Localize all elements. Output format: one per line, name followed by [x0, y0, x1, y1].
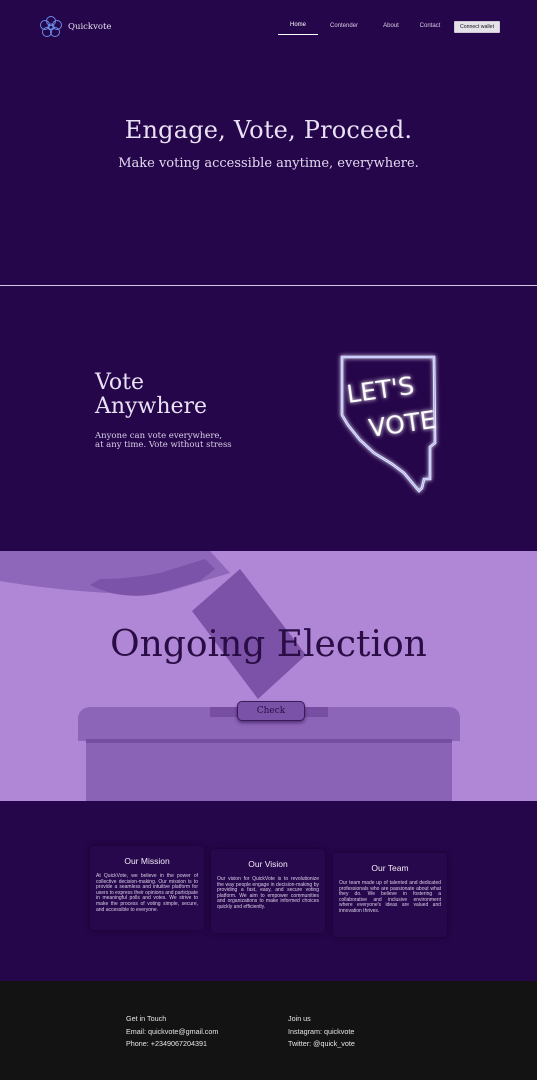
vision-card: Our Vision Our vision for QuickVote is t… [211, 849, 325, 933]
about-cards-section: Our Mission At QuickVote, we believe in … [0, 801, 537, 981]
lets-vote-neon-sign: LET'S VOTE [340, 355, 438, 493]
vote-anywhere-description: Anyone can vote everywhere, at any time.… [95, 432, 232, 450]
vote-title-line-1: Vote [95, 370, 144, 395]
footer-instagram-link[interactable]: Instagram: quickvote [288, 1026, 355, 1039]
quickvote-logo-icon [40, 16, 62, 37]
team-card-text: Our team made up of talented and dedicat… [339, 880, 441, 914]
lets-vote-sign-line-2: VOTE [367, 405, 438, 443]
nav-contact-link[interactable]: Contact [414, 23, 446, 35]
footer-social-column: Join us Instagram: quickvote Twitter: @q… [288, 1013, 355, 1051]
hero-title: Engage, Vote, Proceed. [124, 116, 413, 144]
team-card: Our Team Our team made up of talented an… [333, 853, 447, 937]
mission-card: Our Mission At QuickVote, we believe in … [90, 846, 204, 930]
footer-get-in-touch-heading: Get in Touch [126, 1014, 167, 1023]
nav-about-link[interactable]: About [376, 23, 406, 35]
mission-card-title: Our Mission [124, 856, 170, 866]
footer-join-us-heading: Join us [288, 1014, 311, 1023]
lets-vote-sign-line-1: LET'S [345, 371, 416, 409]
nav-home-link[interactable]: Home [278, 22, 318, 35]
vote-anywhere-title: Vote Anywhere [95, 371, 207, 419]
team-card-title: Our Team [371, 863, 409, 873]
nav-links: Home Contender About Contact [278, 22, 446, 35]
connect-wallet-button[interactable]: Connect wallet [454, 21, 500, 33]
hero-subtitle: Make voting accessible anytime, everywhe… [118, 156, 419, 171]
ongoing-election-title: Ongoing Election [110, 624, 427, 665]
nav-contender-link[interactable]: Contender [322, 23, 366, 35]
mission-card-text: At QuickVote, we believe in the power of… [96, 873, 199, 913]
brand-name: Quickvote [68, 22, 112, 32]
footer-email[interactable]: Email: quickvote@gmail.com [126, 1026, 218, 1039]
vote-title-line-2: Anywhere [95, 394, 208, 419]
vote-desc-line-2: at any time. Vote without stress [95, 440, 232, 450]
vision-card-text: Our vision for QuickVote is to revolutio… [217, 876, 319, 910]
top-navbar: Quickvote Home Contender About Contact C… [0, 0, 537, 56]
brand[interactable]: Quickvote [38, 15, 111, 39]
ballot-box-illustration [0, 551, 537, 801]
vision-card-title: Our Vision [248, 859, 288, 869]
footer-phone[interactable]: Phone: +2349067204391 [126, 1038, 218, 1051]
vote-anywhere-section: Vote Anywhere Anyone can vote everywhere… [0, 286, 537, 551]
hero-section: Engage, Vote, Proceed. Make voting acces… [0, 56, 537, 285]
footer-contact-column: Get in Touch Email: quickvote@gmail.com … [126, 1013, 218, 1051]
ongoing-election-section: Ongoing Election Check [0, 551, 537, 801]
footer: Get in Touch Email: quickvote@gmail.com … [0, 981, 537, 1080]
footer-twitter-link[interactable]: Twitter: @quick_vote [288, 1038, 355, 1051]
check-button[interactable]: Check [237, 701, 305, 721]
